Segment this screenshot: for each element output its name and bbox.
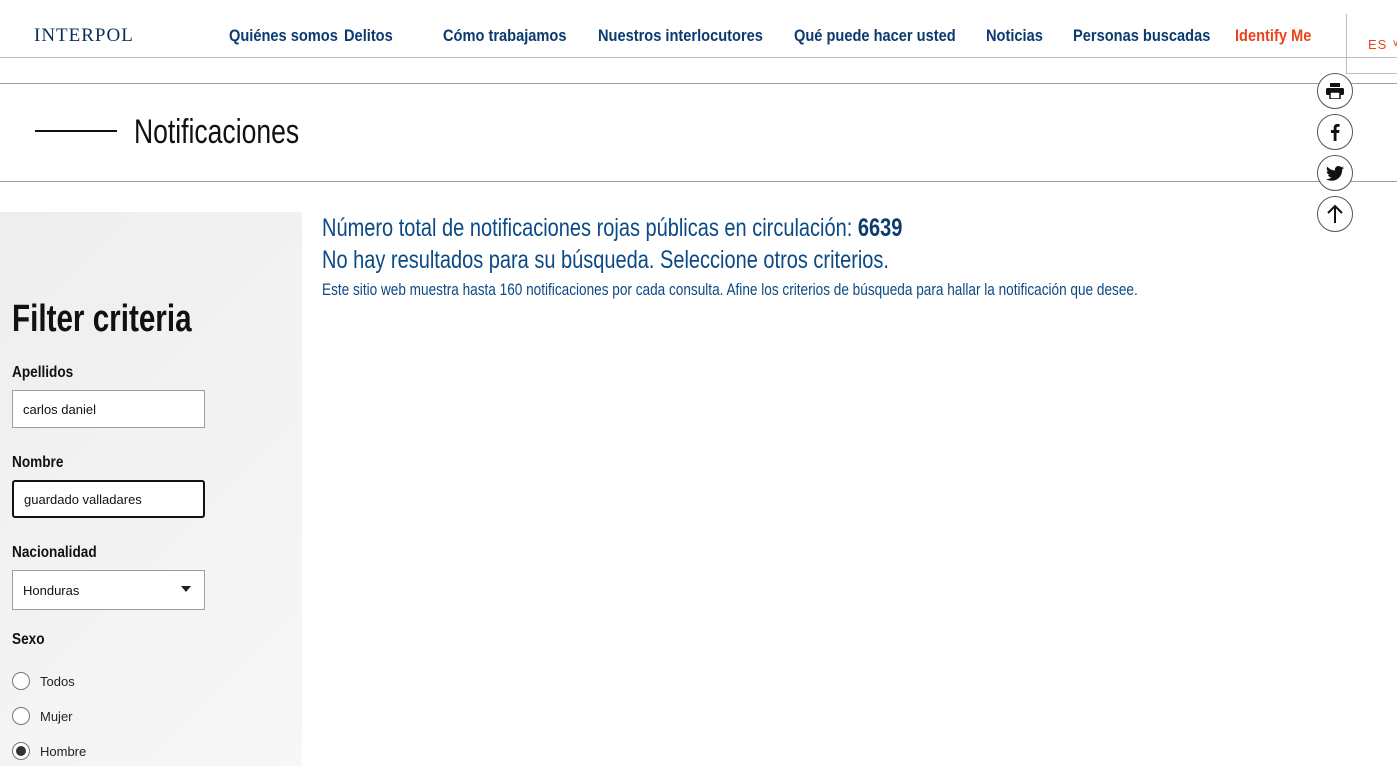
- results-limit-note: Este sitio web muestra hasta 160 notific…: [322, 280, 1138, 299]
- facebook-icon: [1331, 124, 1340, 141]
- sex-label: Sexo: [12, 631, 45, 648]
- language-label: ES: [1368, 37, 1388, 52]
- divider: [0, 83, 1397, 84]
- surname-input[interactable]: [12, 390, 205, 428]
- dropdown-caret-icon: [181, 586, 191, 592]
- facebook-share-button[interactable]: [1317, 114, 1353, 150]
- nationality-label: Nacionalidad: [12, 544, 97, 561]
- sex-option-hombre[interactable]: Hombre: [12, 742, 86, 760]
- nationality-selected-value: Honduras: [23, 583, 80, 598]
- nav-item-nuestros-interlocutores[interactable]: Nuestros interlocutores: [598, 26, 767, 46]
- title-decoration-line: [35, 130, 117, 132]
- sex-option-mujer[interactable]: Mujer: [12, 707, 73, 725]
- name-input[interactable]: [12, 480, 205, 518]
- surname-label: Apellidos: [12, 364, 74, 381]
- top-navigation-bar: INTERPOL Quiénes somos Delitos Cómo trab…: [0, 0, 1397, 58]
- main-nav: Quiénes somos Delitos Cómo trabajamos Nu…: [229, 26, 1325, 46]
- divider: [0, 181, 1397, 182]
- radio-label: Hombre: [40, 743, 87, 759]
- nav-item-personas-buscadas[interactable]: Personas buscadas: [1073, 26, 1212, 46]
- language-selector[interactable]: ES ∨: [1346, 14, 1397, 74]
- filter-criteria-heading: Filter criteria: [12, 298, 192, 340]
- nav-item-como-trabajamos[interactable]: Cómo trabajamos: [443, 26, 576, 46]
- total-notices-count: 6639: [857, 214, 903, 242]
- sex-option-todos[interactable]: Todos: [12, 672, 75, 690]
- nav-item-delitos[interactable]: Delitos: [344, 26, 429, 46]
- filter-sidebar: Filter criteria Apellidos Nombre Naciona…: [0, 212, 302, 766]
- radio-label: Mujer: [40, 708, 73, 724]
- results-panel: Número total de notificaciones rojas púb…: [322, 214, 1342, 300]
- nav-item-que-puede-hacer-usted[interactable]: Qué puede hacer usted: [794, 26, 959, 46]
- radio-button-selected[interactable]: [12, 742, 30, 760]
- chevron-down-icon: ∨: [1392, 38, 1397, 49]
- nav-item-quienes-somos[interactable]: Quiénes somos: [229, 26, 338, 46]
- nav-item-identify-me[interactable]: Identify Me: [1235, 26, 1312, 46]
- print-icon: [1326, 83, 1344, 99]
- total-notices-text: Número total de notificaciones rojas púb…: [322, 214, 853, 242]
- twitter-share-button[interactable]: [1317, 155, 1353, 191]
- total-notices-line: Número total de notificaciones rojas púb…: [322, 214, 1138, 246]
- radio-label: Todos: [40, 673, 75, 689]
- nationality-select[interactable]: Honduras: [12, 570, 205, 610]
- name-label: Nombre: [12, 454, 64, 471]
- page-title: Notificaciones: [134, 113, 300, 151]
- print-button[interactable]: [1317, 73, 1353, 109]
- radio-button[interactable]: [12, 672, 30, 690]
- twitter-icon: [1326, 165, 1344, 181]
- no-results-message: No hay resultados para su búsqueda. Sele…: [322, 246, 889, 274]
- radio-button[interactable]: [12, 707, 30, 725]
- interpol-logo[interactable]: INTERPOL: [34, 25, 134, 47]
- nav-item-noticias[interactable]: Noticias: [986, 26, 1061, 46]
